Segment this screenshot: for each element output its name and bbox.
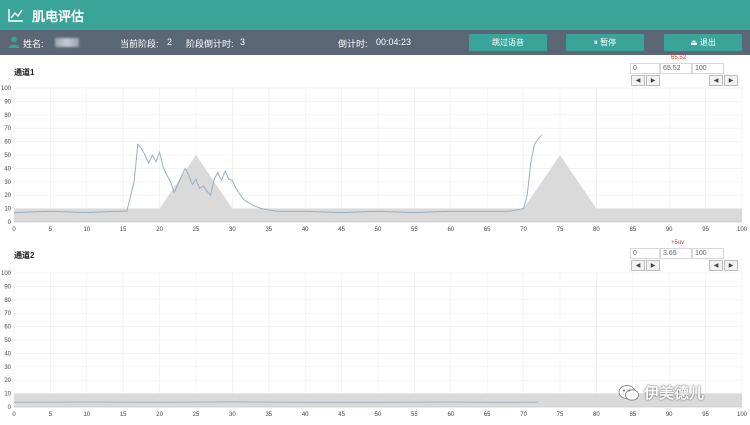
x-tick-label: 40 xyxy=(302,412,309,418)
x-tick-label: 95 xyxy=(702,227,709,233)
x-tick-label: 60 xyxy=(447,412,454,418)
y-tick-label: 50 xyxy=(4,338,11,344)
y-tick-label: 20 xyxy=(4,378,11,384)
x-tick-label: 35 xyxy=(265,412,272,418)
app-title: 肌电评估 xyxy=(32,8,85,24)
y-tick-label: 60 xyxy=(4,325,11,331)
wechat-icon xyxy=(618,384,639,401)
channel-1-title: 通道1 xyxy=(14,68,35,77)
exit-button[interactable]: ⏏ 退出 xyxy=(664,34,742,51)
x-tick-label: 55 xyxy=(411,227,418,233)
stage-label: 当前阶段: xyxy=(120,39,159,49)
stage-countdown-label: 阶段倒计时: xyxy=(186,39,234,49)
x-tick-label: 100 xyxy=(737,227,748,233)
channel-2-min-field[interactable]: 0 xyxy=(630,248,660,259)
x-tick-label: 15 xyxy=(120,227,127,233)
x-tick-label: 30 xyxy=(229,227,236,233)
x-tick-label: 90 xyxy=(666,412,673,418)
y-tick-label: 80 xyxy=(4,113,11,119)
watermark-text: 伊美德儿 xyxy=(644,385,705,402)
y-tick-label: 10 xyxy=(4,392,11,398)
channel-1-min-field[interactable]: 0 xyxy=(630,63,660,74)
channel-2-max-field[interactable]: 100 xyxy=(692,248,724,259)
y-tick-label: 70 xyxy=(4,311,11,317)
x-tick-label: 15 xyxy=(120,412,127,418)
x-tick-label: 40 xyxy=(302,227,309,233)
x-tick-label: 10 xyxy=(83,412,90,418)
y-tick-label: 40 xyxy=(4,351,11,357)
countdown-label: 倒计时: xyxy=(338,39,368,49)
countdown-value: 00:04:23 xyxy=(376,37,412,47)
x-tick-label: 100 xyxy=(737,412,748,418)
stage-countdown-value: 3 xyxy=(240,37,246,47)
x-tick-label: 45 xyxy=(338,412,345,418)
channel-2-marker-label: +5uv xyxy=(671,240,685,246)
x-tick-label: 75 xyxy=(557,412,564,418)
y-tick-label: 40 xyxy=(4,166,11,172)
x-tick-label: 75 xyxy=(557,227,564,233)
name-label: 姓名: xyxy=(23,39,44,49)
y-tick-label: 10 xyxy=(4,207,11,213)
x-tick-label: 10 xyxy=(83,227,90,233)
channel-2-title: 通道2 xyxy=(14,251,35,260)
x-tick-label: 70 xyxy=(520,227,527,233)
x-tick-label: 90 xyxy=(666,227,673,233)
y-tick-label: 20 xyxy=(4,193,11,199)
x-tick-label: 70 xyxy=(520,412,527,418)
skip-voice-button[interactable]: 跳过语音 xyxy=(469,34,547,51)
channel-1-value-field[interactable]: 65.52 xyxy=(660,63,692,74)
x-tick-label: 85 xyxy=(629,227,636,233)
emg-signal-line xyxy=(13,134,543,214)
x-tick-label: 5 xyxy=(49,227,53,233)
stage-value: 2 xyxy=(167,37,173,47)
x-tick-label: 35 xyxy=(265,227,272,233)
y-tick-label: 100 xyxy=(1,86,12,92)
y-tick-label: 30 xyxy=(4,365,11,371)
x-tick-label: 60 xyxy=(447,227,454,233)
channel-1-max-field[interactable]: 100 xyxy=(692,63,724,74)
x-tick-label: 50 xyxy=(375,412,382,418)
channel-1-chart: 0 10 20 30 40 50 60 70 80 90 100 0 5 10 15 20 25 30 35 40 45… xyxy=(1,86,748,233)
x-tick-label: 30 xyxy=(229,412,236,418)
x-tick-label: 65 xyxy=(484,412,491,418)
y-tick-label: 50 xyxy=(4,153,11,159)
y-tick-label: 90 xyxy=(4,284,11,290)
channel-2-value-field[interactable]: 3.65 xyxy=(660,248,692,259)
x-tick-label: 65 xyxy=(484,227,491,233)
x-tick-label: 50 xyxy=(375,227,382,233)
x-tick-label: 25 xyxy=(193,227,200,233)
x-tick-label: 95 xyxy=(702,412,709,418)
x-tick-label: 25 xyxy=(193,412,200,418)
watermark: 伊美德儿 xyxy=(618,382,704,403)
name-value-redacted xyxy=(55,38,79,47)
x-tick-label: 55 xyxy=(411,412,418,418)
x-tick-label: 80 xyxy=(593,227,600,233)
user-icon xyxy=(8,36,20,48)
x-tick-label: 0 xyxy=(12,412,16,418)
y-tick-label: 100 xyxy=(1,271,12,277)
info-bar: 姓名: 当前阶段: 2 阶段倒计时: 3 倒计时: 00:04:23 跳过语音 … xyxy=(0,30,750,55)
x-tick-label: 85 xyxy=(629,412,636,418)
x-tick-label: 20 xyxy=(156,412,163,418)
title-bar: 肌电评估 xyxy=(0,0,750,30)
y-tick-label: 0 xyxy=(8,405,12,411)
app-window: 肌电评估 姓名: 当前阶段: 2 阶段倒计时: 3 倒计时: 00:04:23 … xyxy=(0,0,750,425)
y-tick-label: 70 xyxy=(4,126,11,132)
pause-button[interactable]: ⏸ 暂停 xyxy=(566,34,644,51)
channel-1-marker-label: 65.52 xyxy=(671,55,687,61)
y-tick-label: 30 xyxy=(4,180,11,186)
x-tick-label: 45 xyxy=(338,227,345,233)
x-tick-label: 20 xyxy=(156,227,163,233)
y-tick-label: 90 xyxy=(4,99,11,105)
y-tick-label: 0 xyxy=(8,220,12,226)
y-tick-label: 80 xyxy=(4,298,11,304)
y-tick-label: 60 xyxy=(4,140,11,146)
line-chart-icon xyxy=(8,9,23,22)
x-tick-label: 80 xyxy=(593,412,600,418)
x-tick-label: 5 xyxy=(49,412,53,418)
x-tick-label: 0 xyxy=(12,227,16,233)
